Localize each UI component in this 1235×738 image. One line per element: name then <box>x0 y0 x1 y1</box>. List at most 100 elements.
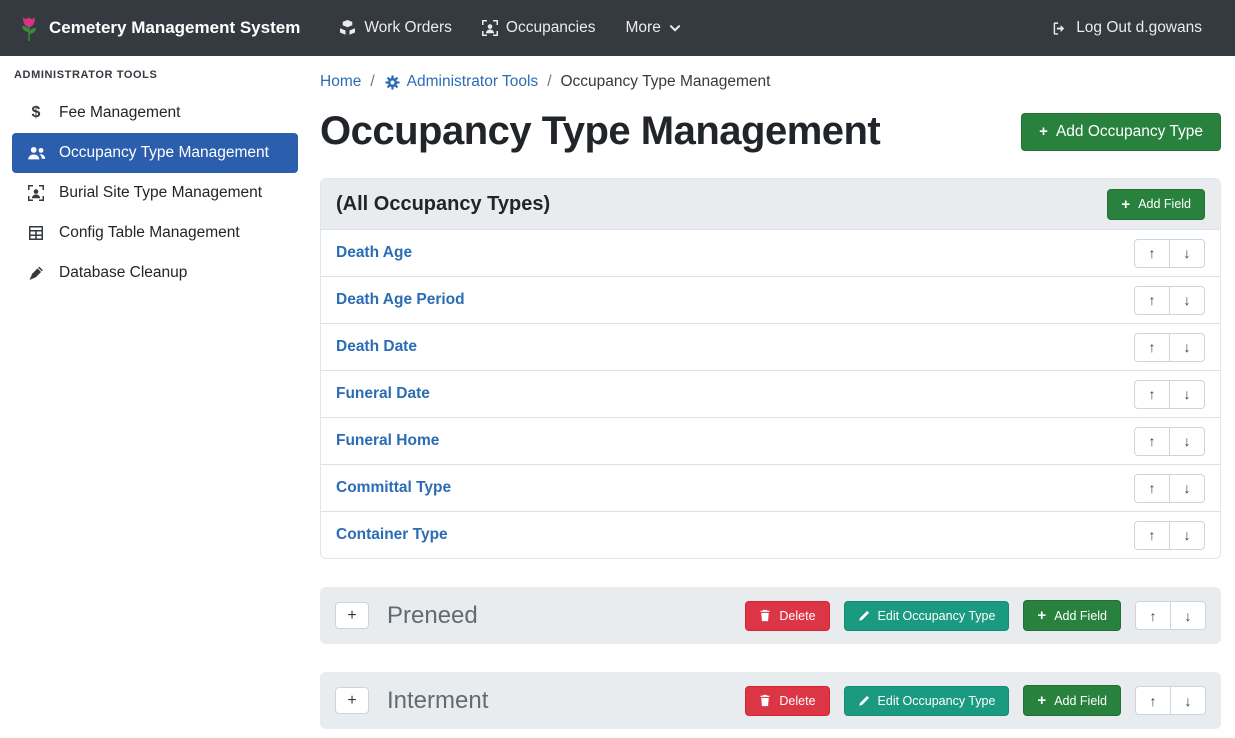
top-navbar: Cemetery Management System Work Orders O… <box>0 0 1235 56</box>
sidebar-item-config-table-management[interactable]: Config Table Management <box>12 213 298 253</box>
breadcrumb-separator: / <box>370 73 374 91</box>
all-occupancy-types-header: (All Occupancy Types) + Add Field <box>321 179 1220 229</box>
nav-item-occupancies[interactable]: Occupancies <box>467 11 611 45</box>
nav-item-more[interactable]: More <box>611 11 696 45</box>
field-link-committal-type[interactable]: Committal Type <box>336 479 451 497</box>
add-field-label: Add Field <box>1054 694 1107 708</box>
move-up-button[interactable]: ↑ <box>1134 333 1170 362</box>
expand-button[interactable]: + <box>335 687 369 714</box>
move-up-button[interactable]: ↑ <box>1134 474 1170 503</box>
reorder-buttons: ↑ ↓ <box>1134 474 1205 503</box>
gear-icon <box>384 74 401 91</box>
edit-occupancy-type-label: Edit Occupancy Type <box>878 609 996 623</box>
field-row: Death Age ↑ ↓ <box>321 229 1220 276</box>
sidebar-item-fee-management[interactable]: $ Fee Management <box>12 93 298 133</box>
sidebar-item-label: Database Cleanup <box>59 264 187 282</box>
expand-button[interactable]: + <box>335 602 369 629</box>
field-row: Funeral Date ↑ ↓ <box>321 370 1220 417</box>
logout-icon <box>1051 21 1068 36</box>
breadcrumb-admin-tools-link[interactable]: Administrator Tools <box>384 73 539 91</box>
field-link-death-age[interactable]: Death Age <box>336 244 412 262</box>
breadcrumb-home-link[interactable]: Home <box>320 73 361 91</box>
field-row: Committal Type ↑ ↓ <box>321 464 1220 511</box>
field-row: Death Date ↑ ↓ <box>321 323 1220 370</box>
move-up-button[interactable]: ↑ <box>1134 239 1170 268</box>
occupancy-type-section-preneed: + Preneed Delete Edit Occupancy Type + <box>320 587 1221 644</box>
delete-button[interactable]: Delete <box>745 686 829 716</box>
nav-item-label: Work Orders <box>364 19 452 37</box>
sidebar-item-burial-site-type-management[interactable]: Burial Site Type Management <box>12 173 298 213</box>
delete-button[interactable]: Delete <box>745 601 829 631</box>
section-title: Preneed <box>387 602 478 630</box>
plus-icon: + <box>1037 693 1046 708</box>
reorder-buttons: ↑ ↓ <box>1134 333 1205 362</box>
nav-item-label: More <box>626 19 661 37</box>
navbar-links: Work Orders Occupancies More <box>324 11 696 45</box>
reorder-buttons: ↑ ↓ <box>1135 686 1206 715</box>
field-link-container-type[interactable]: Container Type <box>336 526 448 544</box>
move-down-button[interactable]: ↓ <box>1169 239 1205 268</box>
add-field-label: Add Field <box>1054 609 1107 623</box>
move-down-button[interactable]: ↓ <box>1169 333 1205 362</box>
edit-occupancy-type-label: Edit Occupancy Type <box>878 694 996 708</box>
pencil-icon <box>858 695 870 707</box>
move-up-button[interactable]: ↑ <box>1134 286 1170 315</box>
move-down-button[interactable]: ↓ <box>1169 427 1205 456</box>
move-down-button[interactable]: ↓ <box>1169 521 1205 550</box>
broom-icon <box>26 266 46 281</box>
add-field-button[interactable]: + Add Field <box>1023 600 1121 631</box>
plus-icon: + <box>1037 608 1046 623</box>
app-brand[interactable]: Cemetery Management System <box>18 15 300 42</box>
move-up-button[interactable]: ↑ <box>1134 521 1170 550</box>
section-title: Interment <box>387 687 488 715</box>
add-field-label: Add Field <box>1138 197 1191 211</box>
move-down-button[interactable]: ↓ <box>1170 601 1206 630</box>
reorder-buttons: ↑ ↓ <box>1134 239 1205 268</box>
reorder-buttons: ↑ ↓ <box>1135 601 1206 630</box>
sidebar-item-occupancy-type-management[interactable]: Occupancy Type Management <box>12 133 298 173</box>
move-up-button[interactable]: ↑ <box>1135 686 1171 715</box>
people-icon <box>26 146 46 161</box>
move-down-button[interactable]: ↓ <box>1169 380 1205 409</box>
occupancy-type-section-interment: + Interment Delete Edit Occupancy Type + <box>320 672 1221 729</box>
flower-logo-icon <box>18 15 40 42</box>
person-bounding-box-icon <box>26 185 46 201</box>
move-down-button[interactable]: ↓ <box>1169 474 1205 503</box>
logout-button[interactable]: Log Out d.gowans <box>1036 11 1217 45</box>
all-occupancy-types-card: (All Occupancy Types) + Add Field Death … <box>320 178 1221 559</box>
move-down-button[interactable]: ↓ <box>1170 686 1206 715</box>
all-occupancy-types-title: (All Occupancy Types) <box>336 193 550 216</box>
move-up-button[interactable]: ↑ <box>1134 380 1170 409</box>
dollar-icon: $ <box>26 104 46 122</box>
add-occupancy-type-button[interactable]: + Add Occupancy Type <box>1021 113 1221 151</box>
reorder-buttons: ↑ ↓ <box>1134 286 1205 315</box>
person-bounding-box-icon <box>482 20 498 36</box>
field-link-funeral-home[interactable]: Funeral Home <box>336 432 439 450</box>
edit-occupancy-type-button[interactable]: Edit Occupancy Type <box>844 686 1010 716</box>
field-row: Container Type ↑ ↓ <box>321 511 1220 558</box>
field-link-death-age-period[interactable]: Death Age Period <box>336 291 465 309</box>
field-link-death-date[interactable]: Death Date <box>336 338 417 356</box>
reorder-buttons: ↑ ↓ <box>1134 521 1205 550</box>
nav-item-work-orders[interactable]: Work Orders <box>324 11 467 45</box>
sidebar-item-label: Occupancy Type Management <box>59 144 269 162</box>
field-link-funeral-date[interactable]: Funeral Date <box>336 385 430 403</box>
section-actions: Delete Edit Occupancy Type + Add Field ↑… <box>745 600 1206 631</box>
plus-icon: + <box>1039 124 1048 139</box>
sidebar-heading: ADMINISTRATOR TOOLS <box>12 69 298 93</box>
edit-occupancy-type-button[interactable]: Edit Occupancy Type <box>844 601 1010 631</box>
add-field-button[interactable]: + Add Field <box>1023 685 1121 716</box>
add-field-button[interactable]: + Add Field <box>1107 189 1205 220</box>
reorder-buttons: ↑ ↓ <box>1134 380 1205 409</box>
move-up-button[interactable]: ↑ <box>1135 601 1171 630</box>
table-icon <box>26 225 46 241</box>
move-down-button[interactable]: ↓ <box>1169 286 1205 315</box>
sidebar-item-database-cleanup[interactable]: Database Cleanup <box>12 253 298 293</box>
sidebar-item-label: Fee Management <box>59 104 181 122</box>
boxes-icon <box>339 20 356 36</box>
move-up-button[interactable]: ↑ <box>1134 427 1170 456</box>
sidebar: ADMINISTRATOR TOOLS $ Fee Management Occ… <box>0 56 308 293</box>
breadcrumb: Home / Administrator Tools / Occupancy T… <box>320 73 1221 91</box>
page-title: Occupancy Type Management <box>320 109 880 154</box>
field-row: Death Age Period ↑ ↓ <box>321 276 1220 323</box>
